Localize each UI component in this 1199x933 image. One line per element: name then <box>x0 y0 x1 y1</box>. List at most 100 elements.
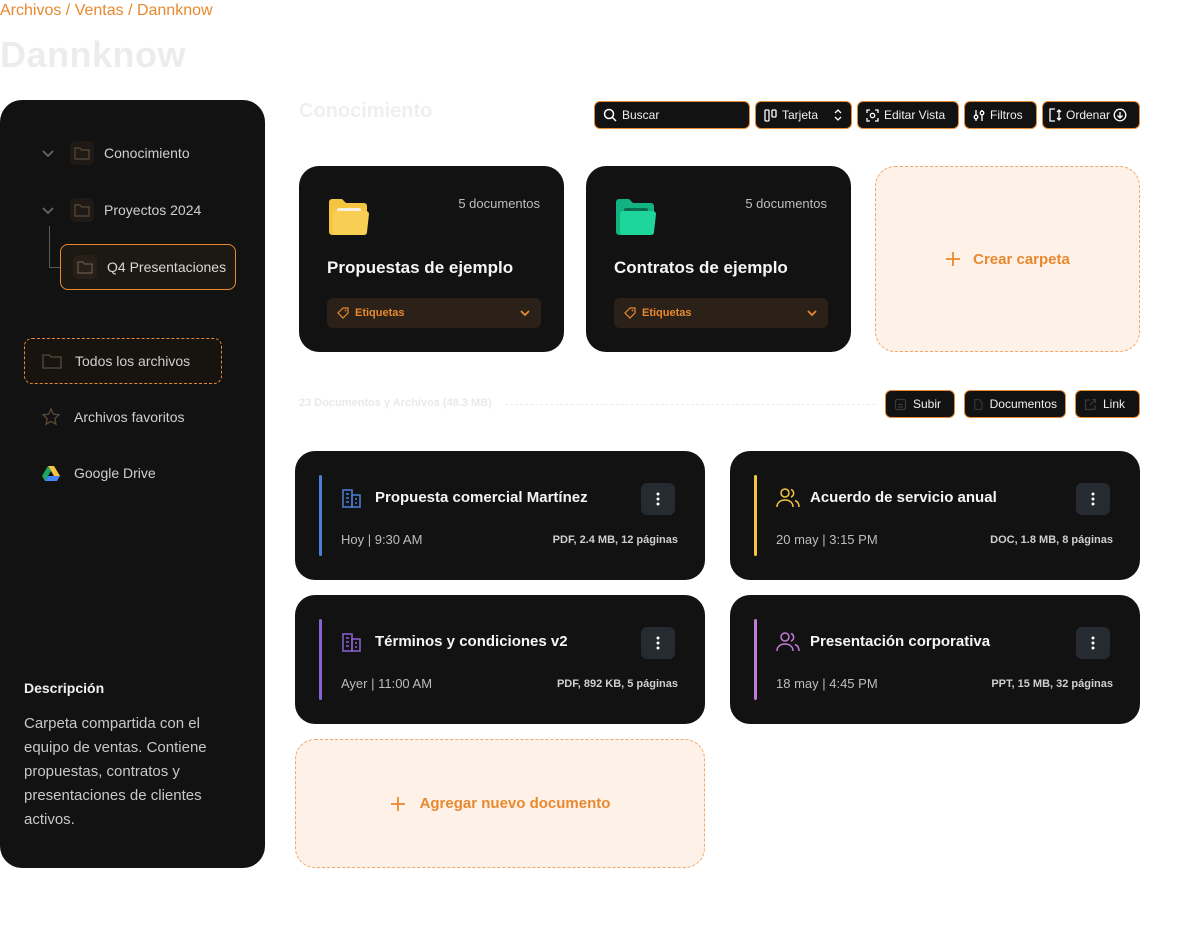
more-options-button[interactable] <box>1076 483 1110 515</box>
folder-card[interactable]: 5 documentos Propuestas de ejemplo Etiqu… <box>299 166 564 352</box>
document-count: 5 documentos <box>745 196 827 211</box>
tree-item-label: Conocimiento <box>104 145 190 161</box>
search-input[interactable]: Buscar <box>594 101 750 129</box>
sidebar-item-todos-los-archivos[interactable]: Todos los archivos <box>24 338 222 384</box>
chevron-down-icon <box>520 310 530 317</box>
tree-item-q4-presentaciones[interactable]: Q4 Presentaciones <box>60 244 236 290</box>
view-select[interactable]: Tarjeta <box>755 101 852 129</box>
divider <box>505 404 875 405</box>
accent-bar <box>319 619 322 700</box>
kebab-menu-icon <box>1091 492 1095 506</box>
document-meta: PDF, 2.4 MB, 12 páginas <box>552 534 678 546</box>
tree-connector <box>49 226 50 268</box>
tree-item-label: Proyectos 2024 <box>104 202 202 218</box>
tags-label: Etiquetas <box>355 307 405 319</box>
plus-icon <box>946 252 961 266</box>
document-meta: PDF, 892 KB, 5 páginas <box>556 678 678 690</box>
document-title: Acuerdo de servicio anual <box>810 489 997 506</box>
document-icon <box>974 398 983 410</box>
plus-icon <box>390 796 405 811</box>
kebab-menu-icon <box>656 492 660 506</box>
document-card[interactable]: Términos y condiciones v2 Ayer | 11:00 A… <box>295 595 705 724</box>
document-date: Ayer | 11:00 AM <box>341 676 433 691</box>
sort-icon <box>1049 108 1062 122</box>
tag-icon <box>624 307 636 319</box>
external-link-icon <box>1084 398 1097 410</box>
chevron-down-icon <box>807 310 817 317</box>
accent-bar <box>754 475 757 556</box>
accent-bar <box>754 619 757 700</box>
link-button[interactable]: Link <box>1075 390 1140 418</box>
kebab-menu-icon <box>1091 636 1095 650</box>
tags-dropdown[interactable]: Etiquetas <box>327 298 541 328</box>
more-options-button[interactable] <box>641 627 675 659</box>
edit-view-button[interactable]: Editar Vista <box>857 101 959 129</box>
view-select-label: Tarjeta <box>782 108 819 122</box>
folder-yellow-icon <box>329 199 369 235</box>
sidebar-item-label: Google Drive <box>74 465 156 481</box>
chevron-up-down-icon <box>834 109 842 121</box>
upload-icon <box>894 398 907 410</box>
description-text: Carpeta compartida con el equipo de vent… <box>24 715 207 828</box>
folder-icon <box>41 350 63 372</box>
folder-name: Propuestas de ejemplo <box>327 258 514 277</box>
folder-icon <box>70 198 94 222</box>
folder-name: Contratos de ejemplo <box>614 258 788 277</box>
document-date: 20 may | 3:15 PM <box>776 532 878 547</box>
tree-item-proyectos-2024[interactable]: Proyectos 2024 <box>40 198 201 222</box>
tags-label: Etiquetas <box>642 307 692 319</box>
document-meta: PPT, 15 MB, 32 páginas <box>991 678 1113 690</box>
document-card[interactable]: Acuerdo de servicio anual 20 may | 3:15 … <box>730 451 1140 580</box>
sidebar: Conocimiento Proyectos 2024 Q4 Presentac… <box>0 100 265 868</box>
link-label: Link <box>1103 397 1126 411</box>
create-folder-label: Crear carpeta <box>973 250 1070 268</box>
document-card[interactable]: Propuesta comercial Martínez Hoy | 9:30 … <box>295 451 705 580</box>
more-options-button[interactable] <box>641 483 675 515</box>
document-count: 5 documentos <box>458 196 540 211</box>
google-drive-icon <box>40 462 62 484</box>
documents-label: Documentos <box>989 397 1057 411</box>
upload-label: Subir <box>913 397 942 411</box>
building-icon <box>342 489 361 508</box>
sidebar-item-google-drive[interactable]: Google Drive <box>24 450 222 496</box>
sort-label: Ordenar <box>1066 108 1111 122</box>
sidebar-item-archivos-favoritos[interactable]: Archivos favoritos <box>24 394 222 440</box>
search-placeholder: Buscar <box>622 108 660 122</box>
chevron-down-icon[interactable] <box>40 145 56 161</box>
document-title: Presentación corporativa <box>810 633 991 650</box>
sort-button[interactable]: Ordenar <box>1042 101 1140 129</box>
chevron-down-icon[interactable] <box>40 202 56 218</box>
sidebar-item-label: Todos los archivos <box>75 353 191 369</box>
users-icon <box>776 488 800 508</box>
tag-icon <box>337 307 349 319</box>
folder-green-icon <box>616 199 656 235</box>
edit-view-label: Editar Vista <box>884 108 946 122</box>
filters-button[interactable]: Filtros <box>964 101 1037 129</box>
document-date: 18 may | 4:45 PM <box>776 676 878 691</box>
documents-button[interactable]: Documentos <box>964 390 1066 418</box>
document-meta: DOC, 1.8 MB, 8 páginas <box>990 534 1113 546</box>
upload-button[interactable]: Subir <box>885 390 955 418</box>
building-icon <box>342 633 361 652</box>
add-document-label: Agregar nuevo documento <box>419 795 611 812</box>
folder-card[interactable]: 5 documentos Contratos de ejemplo Etique… <box>586 166 851 352</box>
create-folder-button[interactable]: Crear carpeta <box>875 166 1140 352</box>
document-title: Propuesta comercial Martínez <box>375 489 588 506</box>
focus-icon <box>866 108 879 122</box>
document-date: Hoy | 9:30 AM <box>341 532 423 547</box>
arrow-down-circle-icon <box>1113 108 1127 122</box>
more-options-button[interactable] <box>1076 627 1110 659</box>
sliders-icon <box>973 109 985 121</box>
tree-item-conocimiento[interactable]: Conocimiento <box>40 141 190 165</box>
breadcrumb[interactable]: Archivos / Ventas / Dannknow <box>0 2 213 20</box>
page-title: Dannknow <box>0 34 187 75</box>
files-summary: 23 Documentos y Archivos (48.3 MB) <box>299 397 492 409</box>
tree-item-label: Q4 Presentaciones <box>107 259 227 275</box>
add-document-button[interactable]: Agregar nuevo documento <box>295 739 705 868</box>
document-card[interactable]: Presentación corporativa 18 may | 4:45 P… <box>730 595 1140 724</box>
sidebar-item-label: Archivos favoritos <box>74 409 185 425</box>
tags-dropdown[interactable]: Etiquetas <box>614 298 828 328</box>
kebab-menu-icon <box>656 636 660 650</box>
document-title: Términos y condiciones v2 <box>375 633 568 650</box>
star-icon <box>40 406 62 428</box>
